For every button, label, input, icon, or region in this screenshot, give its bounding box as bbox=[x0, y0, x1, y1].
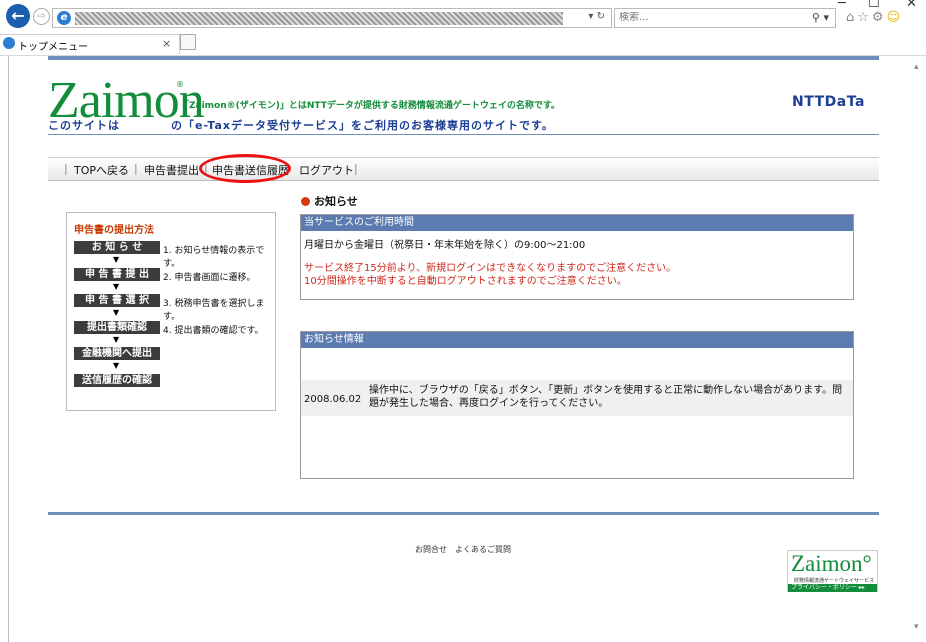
back-button[interactable]: ← bbox=[6, 4, 30, 28]
footer-links[interactable]: お問合せ よくあるご質問 bbox=[415, 544, 511, 555]
registered-mark: ® bbox=[176, 80, 184, 89]
search-input[interactable] bbox=[619, 12, 779, 23]
footer-logo-sub: 財務情報流通ゲートウェイサービス bbox=[794, 578, 875, 584]
nav-logout[interactable]: ログアウト bbox=[299, 162, 354, 178]
step-confirm-button[interactable]: 提出書類確認 bbox=[74, 321, 160, 334]
refresh-icon[interactable]: ▾ ↻ bbox=[588, 11, 605, 22]
arrow-down-icon: ▼ bbox=[113, 361, 120, 370]
tab-close-icon[interactable]: × bbox=[162, 37, 171, 50]
browser-chrome: ─ ☐ ✕ ← ⇨ e ▾ ↻ ⚲ ▾ ⌂☆⚙☺ トップメニュー × bbox=[0, 0, 926, 56]
divider bbox=[48, 134, 879, 135]
nav-bar: | TOPへ戻る | 申告書提出 | 申告書送信履歴 ログアウト | bbox=[48, 154, 879, 183]
url-redacted bbox=[75, 12, 563, 25]
notice-date: 2008.06.02 bbox=[304, 394, 362, 405]
home-favorites-settings-icons[interactable]: ⌂☆⚙☺ bbox=[846, 10, 903, 25]
bullet-icon bbox=[301, 197, 310, 206]
site-description-a: このサイトは bbox=[48, 119, 120, 132]
tab-top-menu[interactable]: トップメニュー × bbox=[0, 34, 180, 54]
scrollbar[interactable]: ▴ ▾ bbox=[912, 56, 926, 642]
notice-row: 2008.06.02 操作中に、ブラウザの「戻る」ボタン、「更新」ボタンを使用す… bbox=[301, 380, 853, 416]
notice-info-panel: お知らせ情報 2008.06.02 操作中に、ブラウザの「戻る」ボタン、「更新」… bbox=[300, 331, 854, 479]
notice-heading-text: お知らせ bbox=[314, 195, 358, 208]
search-icon[interactable]: ⚲ ▾ bbox=[812, 11, 829, 24]
page-content: Zaimon ® 「Zaimon®(ザイモン)」とはNTTデータが提供する財務情… bbox=[0, 56, 912, 642]
nttdata-logo: NTTDaTa bbox=[792, 94, 865, 110]
footer-rule bbox=[48, 512, 879, 515]
forward-button[interactable]: ⇨ bbox=[33, 8, 50, 25]
arrow-down-icon: ▼ bbox=[113, 255, 120, 264]
scroll-down-icon[interactable]: ▾ bbox=[914, 622, 919, 632]
nav-top[interactable]: TOPへ戻る bbox=[74, 162, 129, 178]
panel-title: 当サービスのご利用時間 bbox=[301, 215, 853, 231]
notice-text: 操作中に、ブラウザの「戻る」ボタン、「更新」ボタンを使用すると正常に動作しない場… bbox=[369, 385, 843, 409]
address-bar[interactable]: e ▾ ↻ bbox=[52, 8, 612, 28]
step-desc: 1. お知らせ情報の表示です。 bbox=[163, 246, 265, 269]
nav-submit[interactable]: 申告書提出 bbox=[144, 162, 199, 178]
highlight-circle bbox=[199, 154, 291, 183]
notice-heading: お知らせ bbox=[301, 193, 358, 209]
nav-separator: | bbox=[134, 162, 138, 175]
nav-separator: | bbox=[354, 162, 358, 175]
howto-panel: 申告書の提出方法 お 知 ら せ 1. お知らせ情報の表示です。 ▼ 申 告 書… bbox=[66, 212, 276, 411]
panel-title: お知らせ情報 bbox=[301, 332, 853, 348]
warning-text: 10分間操作を中断すると自動ログアウトされますのでご注意ください。 bbox=[304, 276, 627, 287]
step-bank-button[interactable]: 金融機関へ提出 bbox=[74, 347, 160, 360]
site-description-b: の「e-Taxデータ受付サービス」をご利用のお客様専用のサイトです。 bbox=[171, 119, 554, 132]
nav-separator: | bbox=[64, 162, 68, 175]
service-hours-text: 月曜日から金曜日（祝祭日・年末年始を除く）の9:00〜21:00 bbox=[304, 240, 586, 251]
step-submit-button[interactable]: 申 告 書 提 出 bbox=[74, 268, 160, 281]
arrow-down-icon: ▼ bbox=[113, 308, 120, 317]
toolbar-icons[interactable]: ⌂☆⚙ bbox=[846, 10, 887, 25]
ie-icon bbox=[3, 37, 15, 49]
service-hours-panel: 当サービスのご利用時間 月曜日から金曜日（祝祭日・年末年始を除く）の9:00〜2… bbox=[300, 214, 854, 300]
search-box[interactable]: ⚲ ▾ bbox=[614, 8, 836, 28]
close-window-button[interactable]: ✕ bbox=[906, 0, 917, 11]
top-rule bbox=[48, 56, 879, 60]
ie-icon: e bbox=[57, 11, 71, 25]
arrow-down-icon: ▼ bbox=[113, 282, 120, 291]
howto-title: 申告書の提出方法 bbox=[74, 225, 154, 236]
smiley-icon[interactable]: ☺ bbox=[887, 10, 904, 25]
arrow-down-icon: ▼ bbox=[113, 335, 120, 344]
tab-title: トップメニュー bbox=[18, 42, 88, 53]
privacy-policy-link[interactable]: プライバシー・ポリシー ▸▸ bbox=[788, 584, 877, 592]
step-desc: 3. 税務申告書を選択します。 bbox=[163, 299, 265, 322]
step-desc: 4. 提出書類の確認です。 bbox=[163, 326, 264, 336]
footer-logo-text: Zaimon° bbox=[791, 551, 872, 576]
step-desc: 2. 申告書画面に遷移。 bbox=[163, 273, 256, 283]
step-history-button[interactable]: 送信履歴の確認 bbox=[74, 374, 160, 387]
tagline: 「Zaimon®(ザイモン)」とはNTTデータが提供する財務情報流通ゲートウェイ… bbox=[180, 101, 560, 111]
minimize-button[interactable]: ─ bbox=[838, 0, 846, 11]
step-notice-button[interactable]: お 知 ら せ bbox=[74, 241, 160, 254]
new-tab-button[interactable] bbox=[180, 34, 196, 50]
footer-zaimon-logo[interactable]: Zaimon° 財務情報流通ゲートウェイサービス プライバシー・ポリシー ▸▸ bbox=[787, 550, 878, 592]
scroll-up-icon[interactable]: ▴ bbox=[914, 62, 919, 72]
step-select-button[interactable]: 申 告 書 選 択 bbox=[74, 294, 160, 307]
